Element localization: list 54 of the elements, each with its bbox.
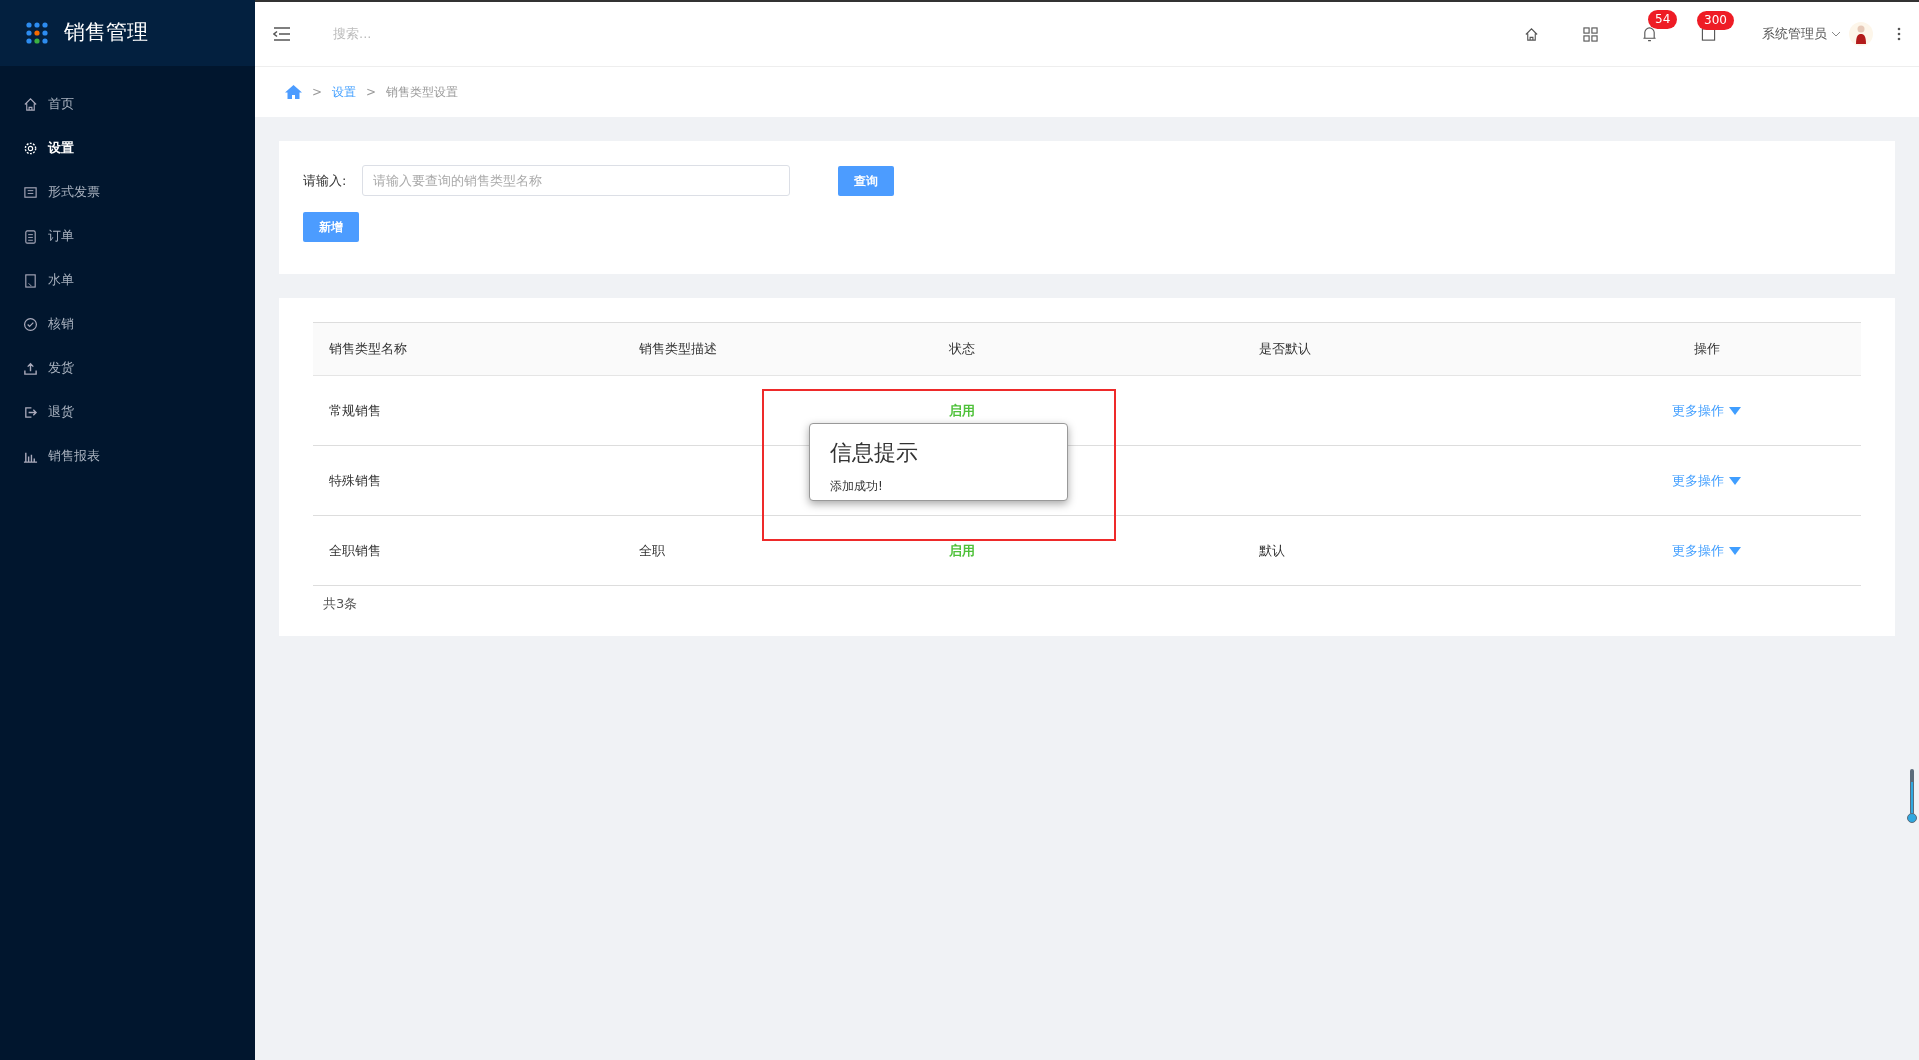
app-title: 销售管理 [64,19,148,47]
user-name[interactable]: 系统管理员 [1762,24,1827,44]
sidebar-item[interactable]: 销售报表 [0,434,255,478]
sidebar-item[interactable]: 首页 [0,82,255,126]
dialog-title: 信息提示 [830,439,919,467]
sidebar-item[interactable]: 发货 [0,346,255,390]
status-text: 启用 [949,402,975,418]
sidebar-item[interactable]: 订单 [0,214,255,258]
caret-icon [1728,477,1741,486]
column-header: 销售类型名称 [329,341,407,357]
exit-icon [23,404,38,420]
total-count: 共3条 [322,595,359,613]
search-label: 请输入: [303,171,347,190]
breadcrumb-separator: > [366,84,377,101]
clipboard-icon [23,228,38,244]
bell-icon[interactable] [1642,26,1657,42]
home-icon [23,96,38,112]
column-header: 操作 [1693,341,1720,357]
breadcrumb-current: 销售类型设置 [386,84,459,101]
caret-icon [1728,407,1741,416]
sidebar-item[interactable]: 核销 [0,302,255,346]
type-description: 全职 [639,542,665,558]
notification-count: 54 [1648,10,1678,29]
caret-icon [1728,547,1741,556]
check-circle-icon [23,316,38,332]
document-icon [23,272,38,288]
type-name: 全职销售 [329,542,381,558]
gear-icon [23,140,38,156]
search-input[interactable]: 请输入要查询的销售类型名称 [362,165,791,196]
search-field[interactable]: 搜索... [331,23,631,45]
avatar-icon[interactable] [1849,22,1873,46]
column-header: 是否默认 [1259,341,1311,357]
message-count: 300 [1697,10,1734,30]
thermometer-icon [1907,768,1917,824]
sidebar-item[interactable]: 退货 [0,390,255,434]
upload-icon [23,360,38,376]
default-text: 默认 [1259,542,1285,558]
menu-icon[interactable] [273,27,291,41]
more-options-icon[interactable] [1897,27,1901,41]
sidebar-item[interactable]: 水单 [0,258,255,302]
apps-grid-icon [26,22,48,44]
sidebar-item[interactable]: 设置 [0,126,255,170]
grid-icon[interactable] [1583,26,1598,42]
home-icon[interactable] [1524,26,1539,42]
caret-icon[interactable] [1831,31,1841,37]
invoice-icon [23,184,38,200]
type-name: 特殊销售 [329,472,381,488]
sidebar-item[interactable]: 形式发票 [0,170,255,214]
dialog-message: 添加成功! [830,478,884,495]
status-text: 启用 [949,542,975,558]
column-header: 状态 [949,341,975,357]
breadcrumb-separator: > [312,84,323,101]
type-name: 常规销售 [329,402,381,418]
column-header: 销售类型描述 [639,341,717,357]
